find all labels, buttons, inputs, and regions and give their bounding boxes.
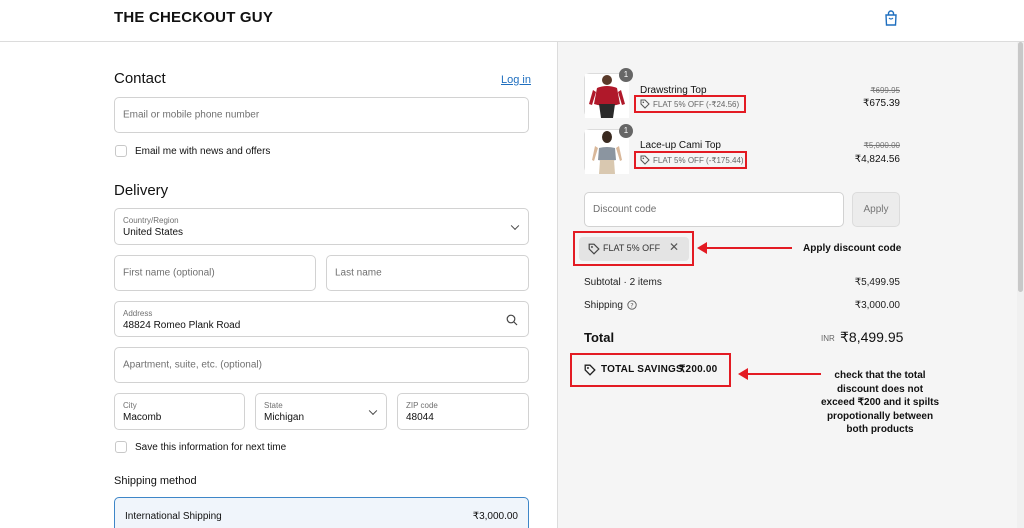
shipping-option[interactable]: International Shipping ₹3,000.00: [114, 497, 529, 528]
email-placeholder: Email or mobile phone number: [123, 109, 260, 121]
shipping-option-price: ₹3,000.00: [472, 511, 518, 522]
help-icon[interactable]: ?: [627, 300, 637, 310]
discount-code-input[interactable]: Discount code: [584, 192, 844, 227]
annotation-arrow: [706, 247, 792, 249]
annotation-line: propotionally between: [826, 410, 934, 422]
applied-discount-code: FLAT 5% OFF: [603, 243, 661, 253]
total-value: ₹8,499.95: [840, 329, 904, 345]
quantity-badge: 1: [619, 124, 633, 138]
subtotal-label: Subtotal · 2 items: [584, 277, 662, 288]
zip-label: ZIP code: [406, 401, 438, 410]
last-name-field[interactable]: Last name: [326, 255, 529, 291]
total-label: Total: [584, 330, 615, 345]
shipping-method-heading: Shipping method: [114, 475, 197, 487]
last-name-placeholder: Last name: [335, 267, 382, 279]
save-info-label: Save this information for next time: [135, 442, 287, 453]
contact-heading: Contact: [114, 70, 166, 87]
subtotal-value: ₹5,499.95: [854, 277, 900, 288]
first-name-field[interactable]: First name (optional): [114, 255, 316, 291]
quantity-badge: 1: [619, 68, 633, 82]
discount-code-placeholder: Discount code: [593, 204, 657, 215]
address-label: Address: [123, 309, 153, 318]
email-field[interactable]: Email or mobile phone number: [114, 97, 529, 133]
cart-item-price: ₹675.39: [863, 98, 900, 109]
brand-logo[interactable]: THE CHECKOUT GUY: [114, 9, 273, 26]
total-currency: INR: [821, 334, 835, 343]
tag-icon: [640, 99, 650, 109]
news-checkbox-label: Email me with news and offers: [135, 146, 271, 157]
annotation-line: both products: [846, 424, 914, 435]
country-value: United States: [123, 227, 184, 238]
zip-value: 48044: [406, 412, 434, 423]
product-image-lace-up-cami-top: 1: [584, 124, 633, 174]
cart-item-name: Lace-up Cami Top: [640, 140, 721, 151]
scrollbar[interactable]: [1017, 42, 1024, 528]
city-label: City: [123, 401, 137, 410]
annotation-line: exceed ₹200 and it spilts: [820, 397, 940, 408]
annotation-check-note: check that the total discount does not e…: [800, 369, 960, 437]
save-info-checkbox[interactable]: [115, 441, 127, 453]
shipping-label: Shipping: [584, 300, 623, 311]
address-field[interactable]: Address 48824 Romeo Plank Road: [114, 301, 529, 337]
first-name-placeholder: First name (optional): [123, 267, 215, 279]
apartment-field[interactable]: Apartment, suite, etc. (optional): [114, 347, 529, 383]
cart-item-old-price: ₹699.95: [870, 86, 900, 95]
country-select[interactable]: Country/Region United States: [114, 208, 529, 245]
annotation-line: discount does not: [836, 383, 924, 395]
annotation-apply-note: Apply discount code: [803, 243, 902, 254]
country-label: Country/Region: [123, 216, 179, 225]
shopping-bag-icon[interactable]: [884, 10, 898, 26]
svg-text:?: ?: [630, 302, 633, 310]
applied-discount-chip: FLAT 5% OFF ✕: [579, 237, 689, 261]
tag-icon: [588, 243, 600, 255]
login-link[interactable]: Log in: [501, 74, 531, 86]
state-label: State: [264, 401, 283, 410]
apply-button[interactable]: Apply: [852, 192, 900, 227]
tag-icon: [584, 364, 596, 376]
product-image-drawstring-top: 1: [584, 68, 633, 118]
state-value: Michigan: [264, 412, 305, 423]
city-field[interactable]: City Macomb: [114, 393, 245, 430]
cart-item-discount: FLAT 5% OFF (-₹175.44): [653, 156, 744, 165]
chevron-down-icon: [368, 406, 378, 415]
close-icon[interactable]: ✕: [669, 240, 679, 254]
search-icon: [506, 314, 518, 326]
shipping-value: ₹3,000.00: [854, 300, 900, 311]
address-value: 48824 Romeo Plank Road: [123, 320, 241, 331]
delivery-heading: Delivery: [114, 182, 169, 199]
cart-item-discount: FLAT 5% OFF (-₹24.56): [653, 100, 740, 109]
state-select[interactable]: State Michigan: [255, 393, 387, 430]
annotation-line: check that the total: [834, 370, 926, 381]
news-checkbox[interactable]: [115, 145, 127, 157]
city-value: Macomb: [123, 412, 162, 423]
apartment-placeholder: Apartment, suite, etc. (optional): [123, 359, 262, 371]
shipping-option-name: International Shipping: [125, 511, 222, 522]
scrollbar-thumb[interactable]: [1018, 42, 1023, 292]
zip-field[interactable]: ZIP code 48044: [397, 393, 529, 430]
total-savings-label: TOTAL SAVINGS: [601, 364, 683, 375]
tag-icon: [640, 155, 650, 165]
cart-item-old-price: ₹5,000.00: [863, 141, 900, 150]
header: THE CHECKOUT GUY: [0, 0, 1024, 42]
total-savings-value: ₹200.00: [679, 364, 718, 375]
chevron-down-icon: [510, 221, 520, 230]
cart-item-price: ₹4,824.56: [854, 154, 900, 165]
